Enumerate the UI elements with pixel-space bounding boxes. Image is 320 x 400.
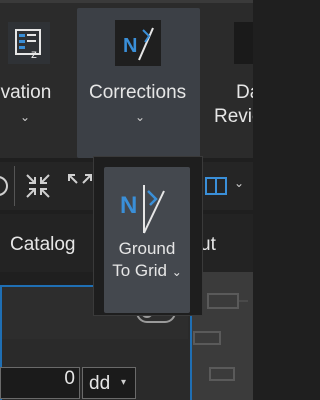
elevation-layers-icon: z xyxy=(6,20,52,66)
svg-text:z: z xyxy=(31,47,37,61)
chevron-down-icon: ⌄ xyxy=(20,110,31,124)
data-reviewer-button[interactable]: Da Revie xyxy=(210,8,253,158)
corrections-gallery-dropdown: N Ground To Grid ⌄ xyxy=(93,156,203,316)
chevron-down-icon[interactable]: ⌄ xyxy=(234,176,244,190)
ground-to-grid-icon: N xyxy=(114,179,174,239)
elevation-button[interactable]: z evation ⌄ xyxy=(0,8,56,158)
data-reviewer-icon xyxy=(232,20,253,66)
globe-icon[interactable] xyxy=(0,174,12,203)
dropdown-arrow-icon: ▾ xyxy=(121,377,127,388)
corrections-icon: N xyxy=(115,20,161,66)
value-input[interactable]: 0 xyxy=(0,367,80,399)
data-reviewer-label-line1: Da xyxy=(236,82,253,103)
ribbon-divider xyxy=(0,0,253,3)
expand-arrows-icon[interactable] xyxy=(66,172,94,205)
toolbar-divider xyxy=(14,166,15,206)
ground-to-grid-label-line2: To Grid ⌄ xyxy=(104,261,190,281)
chevron-down-icon: ⌄ xyxy=(135,110,146,124)
ground-to-grid-label-line1: Ground xyxy=(118,239,176,258)
corrections-button[interactable]: N Corrections ⌄ xyxy=(77,8,200,158)
ground-to-grid-label-text: To Grid xyxy=(112,261,167,280)
chevron-down-icon: ⌄ xyxy=(171,265,182,279)
elevation-label: evation xyxy=(0,82,52,103)
svg-text:N: N xyxy=(120,192,137,219)
app-root: z evation ⌄ N Corrections ⌄ xyxy=(0,0,253,400)
data-reviewer-label-line2: Revie xyxy=(214,106,253,127)
tab-catalog[interactable]: Catalog xyxy=(10,234,76,256)
corrections-label: Corrections xyxy=(89,82,187,103)
unit-select[interactable]: dd ▾ xyxy=(82,367,136,399)
collapse-arrows-icon[interactable] xyxy=(24,172,52,205)
svg-text:N: N xyxy=(123,35,137,57)
ribbon: z evation ⌄ N Corrections ⌄ xyxy=(0,0,253,158)
unit-value: dd xyxy=(89,373,111,394)
ground-to-grid-button[interactable]: N Ground To Grid ⌄ xyxy=(104,167,190,313)
book-icon[interactable] xyxy=(204,174,234,203)
